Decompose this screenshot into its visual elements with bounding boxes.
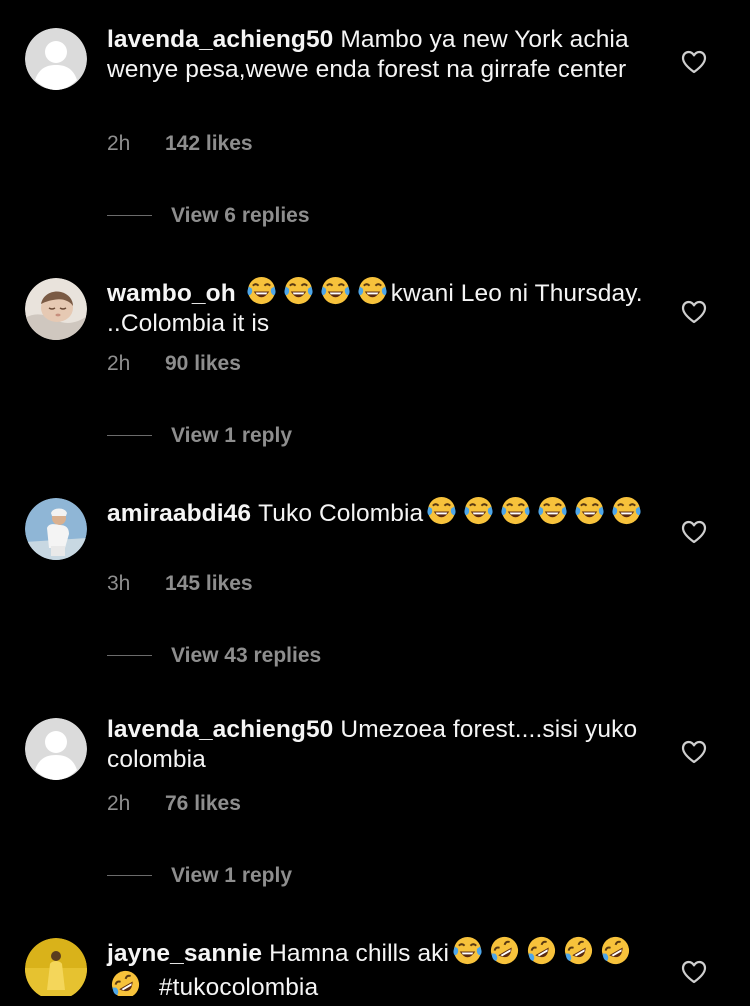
view-replies-label: View 6 replies	[171, 204, 310, 227]
bottom-cutoff	[0, 996, 750, 1006]
laughing-emoji-icon	[537, 495, 568, 526]
laughing-emoji-icon	[357, 275, 388, 306]
laughing-emoji-icon	[426, 495, 457, 526]
person-photo-avatar-icon	[25, 498, 87, 560]
like-heart-icon[interactable]	[681, 50, 707, 74]
avatar[interactable]	[25, 498, 87, 560]
laughing-emoji-icon	[574, 495, 605, 526]
comment-meta: 2h 142 likes	[107, 131, 253, 157]
view-replies-label: View 1 reply	[171, 864, 293, 887]
laughing-emoji-icon	[320, 275, 351, 306]
replies-divider	[107, 874, 152, 876]
comment-text: jayne_sannie Hamna chills aki #tukocolomb…	[107, 935, 647, 1003]
view-replies-label: View 43 replies	[171, 644, 322, 667]
view-replies-button[interactable]: View 6 replies	[107, 203, 310, 229]
rofl-emoji-icon	[489, 935, 520, 966]
comment-text: lavenda_achieng50 Mambo ya new York achia…	[107, 25, 647, 85]
comment-username[interactable]: amiraabdi46	[107, 500, 251, 527]
comment-time: 2h	[107, 132, 131, 155]
view-replies-button[interactable]: View 1 reply	[107, 863, 292, 889]
like-heart-icon[interactable]	[681, 300, 707, 324]
avatar[interactable]	[25, 718, 87, 780]
laughing-emoji-icon	[611, 495, 642, 526]
comment-meta: 3h 145 likes	[107, 571, 253, 597]
comment-time: 2h	[107, 352, 131, 375]
default-avatar-icon	[25, 718, 87, 780]
rofl-emoji-icon	[600, 935, 631, 966]
comment-body: Tuko Colombia	[258, 500, 424, 527]
rofl-emoji-icon	[563, 935, 594, 966]
replies-divider	[107, 214, 152, 216]
laughing-emoji-icon	[463, 495, 494, 526]
laughing-emoji-icon	[283, 275, 314, 306]
comment-likes[interactable]: 145 likes	[165, 572, 253, 595]
comment-likes[interactable]: 90 likes	[165, 352, 241, 375]
comment-text: wambo_oh kwani Leo ni Thursday. ..Colombi…	[107, 275, 647, 339]
default-avatar-icon	[25, 28, 87, 90]
comments-screen: lavenda_achieng50 Mambo ya new York achia…	[0, 0, 750, 1006]
comment-username[interactable]: wambo_oh	[107, 280, 236, 307]
like-heart-icon[interactable]	[681, 960, 707, 984]
avatar[interactable]	[25, 938, 87, 1000]
laughing-emoji-icon	[500, 495, 531, 526]
comment-username[interactable]: lavenda_achieng50	[107, 26, 333, 53]
laughing-emoji-icon	[452, 935, 483, 966]
baby-photo-avatar-icon	[25, 278, 87, 340]
avatar[interactable]	[25, 278, 87, 340]
comment-time: 3h	[107, 572, 131, 595]
yellow-photo-avatar-icon	[25, 938, 87, 1000]
laughing-emoji-icon	[246, 275, 277, 306]
like-heart-icon[interactable]	[681, 740, 707, 764]
view-replies-button[interactable]: View 1 reply	[107, 423, 292, 449]
avatar[interactable]	[25, 28, 87, 90]
comment-likes[interactable]: 76 likes	[165, 792, 241, 815]
view-replies-label: View 1 reply	[171, 424, 293, 447]
comment-time: 2h	[107, 792, 131, 815]
comment-meta: 2h 76 likes	[107, 791, 241, 817]
comment-username[interactable]: jayne_sannie	[107, 940, 262, 967]
comment-username[interactable]: lavenda_achieng50	[107, 716, 333, 743]
comment-text: amiraabdi46 Tuko Colombia	[107, 495, 647, 529]
comment-body: Hamna chills aki	[269, 940, 450, 967]
rofl-emoji-icon	[526, 935, 557, 966]
view-replies-button[interactable]: View 43 replies	[107, 643, 321, 669]
comment-text: lavenda_achieng50 Umezoea forest....sisi …	[107, 715, 647, 775]
like-heart-icon[interactable]	[681, 520, 707, 544]
comment-likes[interactable]: 142 likes	[165, 132, 253, 155]
comment-meta: 2h 90 likes	[107, 351, 241, 377]
replies-divider	[107, 654, 152, 656]
replies-divider	[107, 434, 152, 436]
